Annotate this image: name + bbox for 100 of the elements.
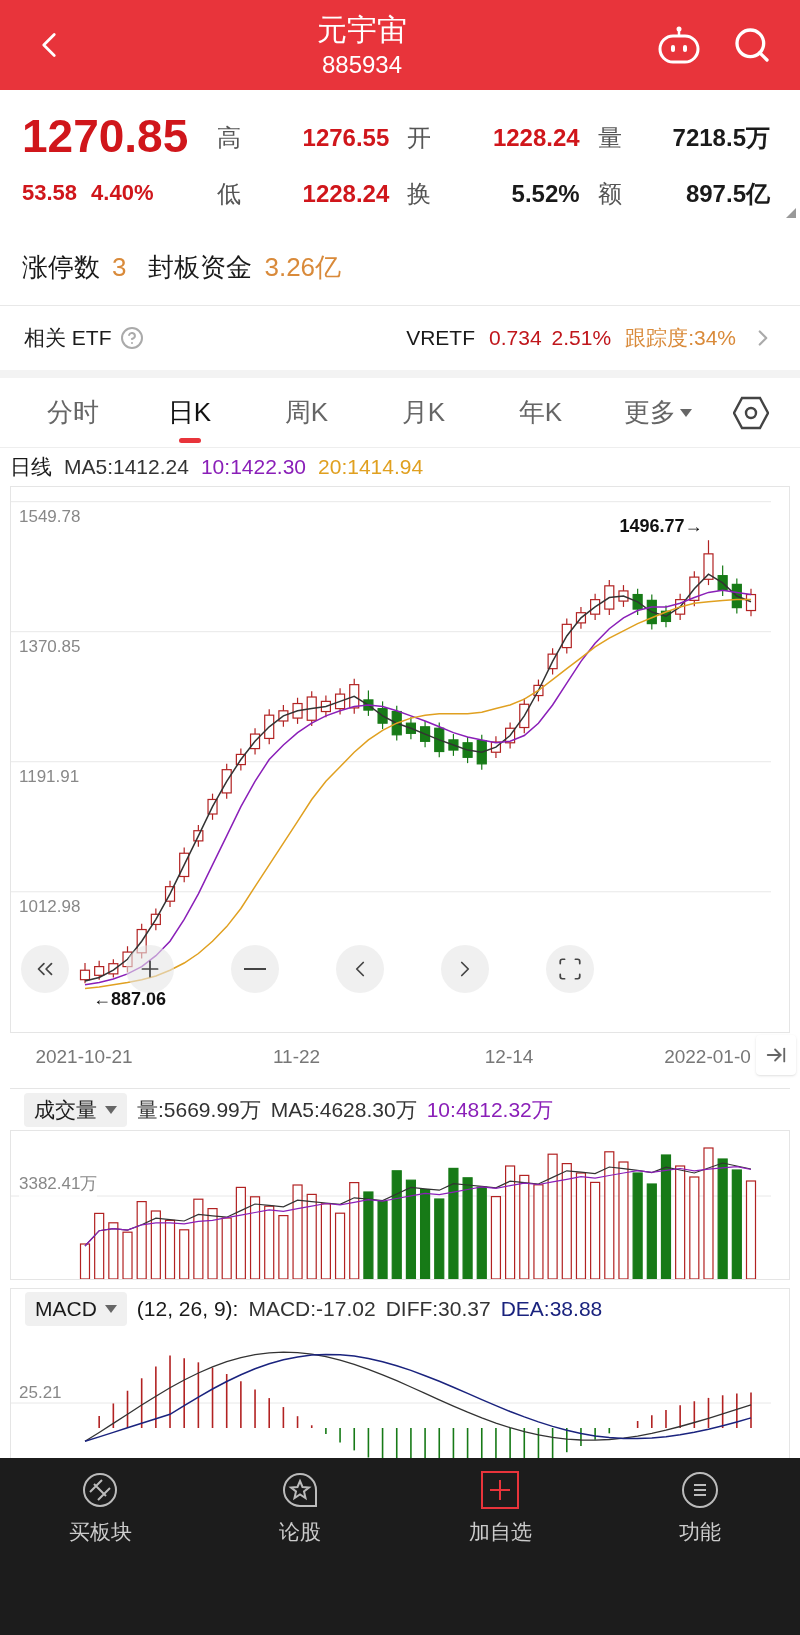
stat-label: 换 — [407, 179, 433, 209]
candlestick — [363, 689, 374, 717]
bottom-bar-item[interactable]: 论股 — [200, 1470, 400, 1548]
legend-value: 10:1422.30 — [200, 454, 307, 481]
date-label: 12-14 — [484, 1045, 534, 1069]
candlestick — [278, 704, 289, 728]
candlestick — [221, 763, 232, 800]
candlestick — [193, 824, 204, 848]
star-bubble-icon — [280, 1470, 320, 1510]
sealing-fund-label: 封板资金 — [148, 251, 253, 284]
volume-bar — [207, 1208, 218, 1279]
volume-bar — [164, 1219, 176, 1279]
bottom-bar-item[interactable]: 加自选 — [400, 1470, 600, 1548]
percent-change: 4.40% — [91, 179, 154, 207]
etf-name: VRETF — [406, 325, 475, 352]
indicator-selector[interactable]: MACD — [25, 1291, 127, 1326]
price-marker-label: ←887.06 — [93, 989, 167, 1010]
macd-bar — [537, 1427, 540, 1458]
candlestick — [405, 716, 417, 740]
candlestick — [94, 960, 105, 981]
chart-period-tab[interactable]: 日K — [131, 378, 248, 447]
etf-price: 0.734 — [489, 325, 542, 352]
volume-bar — [334, 1212, 346, 1279]
candlestick — [505, 721, 516, 750]
fullscreen-icon — [557, 956, 583, 982]
macd-bar — [438, 1427, 441, 1458]
zoom-in-button[interactable] — [126, 945, 174, 993]
collapse-button[interactable] — [21, 945, 69, 993]
candlestick — [575, 606, 587, 630]
macd-bar — [636, 1420, 639, 1429]
macd-bar — [395, 1427, 398, 1458]
candlestick — [660, 604, 672, 628]
stat-value: 1276.55 — [301, 123, 391, 153]
robot-icon[interactable] — [656, 25, 702, 65]
candlestick — [207, 793, 218, 821]
candlestick — [462, 736, 473, 764]
candlestick — [745, 588, 757, 617]
chart-period-tab[interactable]: 更多 — [599, 378, 716, 447]
axis-label: 1191.91 — [19, 766, 80, 786]
etf-percent: 2.51% — [551, 325, 612, 352]
legend-value: 20:1414.94 — [318, 454, 424, 481]
macd-bar — [523, 1427, 526, 1458]
help-icon[interactable] — [119, 326, 144, 350]
candlestick — [150, 907, 161, 931]
candlestick — [632, 588, 643, 616]
volume-value: MA5:4628.30万 — [270, 1096, 417, 1123]
volume-bar — [122, 1231, 133, 1279]
candlestick — [533, 678, 544, 702]
candlestick — [604, 579, 615, 616]
candlestick — [349, 678, 360, 715]
candlestick — [731, 577, 742, 615]
volume-bar — [94, 1212, 105, 1279]
macd-bar — [367, 1427, 370, 1458]
indicator-selector[interactable]: 成交量 — [24, 1092, 127, 1127]
candlestick — [703, 539, 714, 586]
limit-up-count-label: 涨停数 — [22, 251, 100, 284]
candlestick — [235, 748, 246, 771]
bottom-bar-item[interactable]: 功能 — [600, 1470, 800, 1548]
candlestick — [476, 734, 487, 771]
macd-bar — [480, 1427, 483, 1458]
candlestick — [434, 721, 445, 758]
candlestick — [490, 735, 502, 759]
candlestick — [717, 564, 728, 597]
macd-value: DIFF:30.37 — [385, 1295, 491, 1322]
macd-bar — [608, 1427, 611, 1435]
search-button[interactable] — [732, 25, 772, 65]
macd-bar — [353, 1427, 356, 1452]
volume-bar — [108, 1222, 119, 1279]
stat-label: 低 — [217, 179, 242, 209]
limit-up-count: 3 — [112, 251, 127, 284]
stat-value: 7218.5万 — [671, 123, 771, 153]
macd-bar — [296, 1415, 299, 1429]
stat-value: 1228.24 — [491, 123, 581, 153]
macd-bar — [693, 1400, 696, 1429]
etf-label: 相关 ETF — [24, 325, 112, 352]
candlestick — [448, 733, 459, 757]
chart-period-tab[interactable]: 分时 — [14, 378, 131, 447]
chart-period-tab[interactable]: 月K — [365, 378, 482, 447]
macd-bar — [126, 1389, 129, 1429]
candlestick — [334, 687, 346, 716]
current-price: 1270.85 — [22, 109, 190, 164]
candlestick — [136, 923, 147, 960]
stat-label: 高 — [217, 123, 242, 153]
stat-label: 量 — [597, 123, 623, 153]
fullscreen-button[interactable] — [546, 945, 594, 993]
volume-bar — [221, 1217, 232, 1279]
stat-value: 5.52% — [510, 179, 581, 209]
chart-period-tab[interactable]: 年K — [482, 378, 599, 447]
candlestick — [391, 705, 402, 742]
tracking-degree: 跟踪度:34% — [625, 325, 736, 352]
caret-icon — [679, 408, 692, 417]
bottom-bar-item[interactable]: 买板块 — [0, 1470, 200, 1548]
candlestick — [675, 593, 686, 621]
price-change: 53.58 — [22, 179, 78, 207]
macd-value: DEA:38.88 — [500, 1295, 603, 1322]
candlestick — [561, 617, 572, 654]
chart-period-tab[interactable]: 周K — [248, 378, 365, 447]
macd-bar — [381, 1427, 384, 1458]
jump-to-latest-button[interactable] — [756, 1035, 796, 1075]
candlestick — [519, 697, 530, 734]
